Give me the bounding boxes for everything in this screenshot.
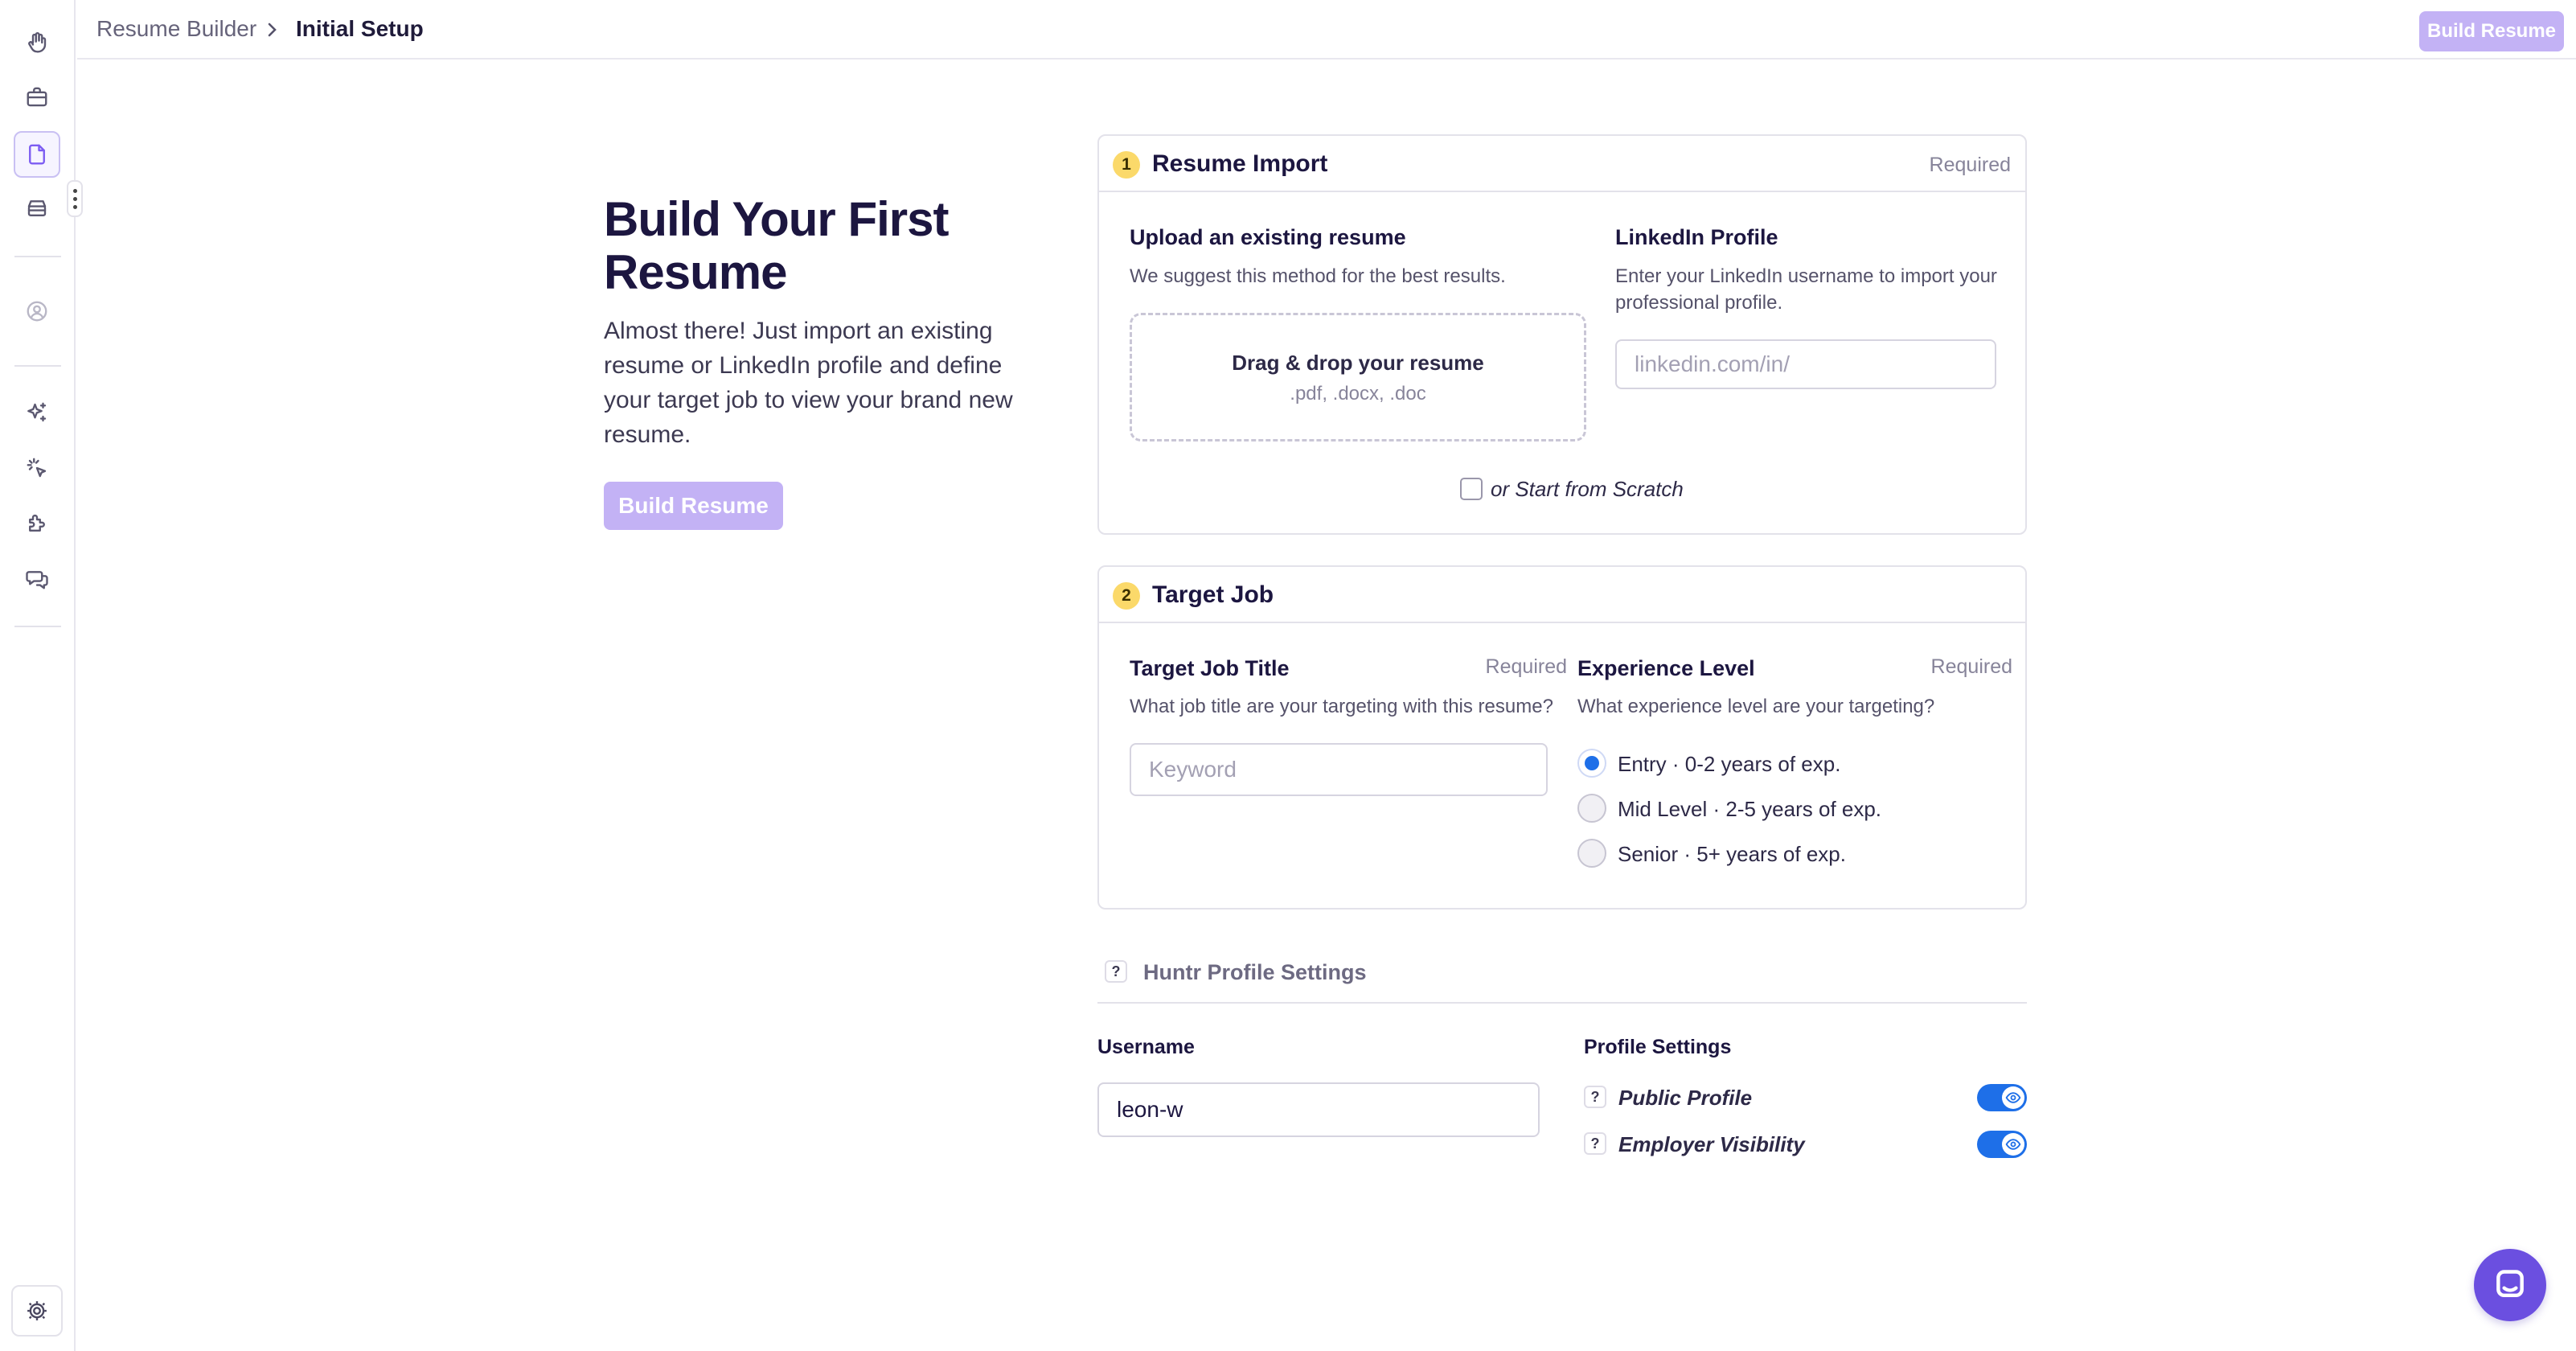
step-badge: 2 <box>1113 582 1140 610</box>
breadcrumb-current: Initial Setup <box>296 16 424 41</box>
intro-description: Almost there! Just import an existing re… <box>604 318 1013 448</box>
eye-icon <box>2005 1139 2021 1150</box>
archive-icon[interactable] <box>14 185 60 232</box>
briefcase-icon[interactable] <box>14 74 60 121</box>
settings-button[interactable] <box>11 1285 63 1337</box>
cursor-click-icon[interactable] <box>14 445 60 491</box>
chat-bubbles-icon[interactable] <box>14 556 60 602</box>
required-label: Required <box>1485 655 1567 678</box>
required-label: Required <box>1930 655 2012 678</box>
hand-icon[interactable] <box>14 19 60 66</box>
card-title: Resume Import <box>1152 150 1328 177</box>
target-job-card: 2 Target Job Target Job Title Required W… <box>1097 565 2027 910</box>
step-badge: 1 <box>1113 151 1140 179</box>
profile-settings-section-title: Huntr Profile Settings <box>1143 960 1367 984</box>
public-profile-toggle[interactable] <box>1977 1084 2027 1111</box>
employer-visibility-toggle[interactable] <box>1977 1131 2027 1158</box>
breadcrumb-root[interactable]: Resume Builder <box>96 16 256 42</box>
resume-import-header: 1 Resume Import Required <box>1099 136 2025 192</box>
sparkles-icon[interactable] <box>14 389 60 436</box>
build-resume-button-top[interactable]: Build Resume <box>2419 11 2564 51</box>
target-job-title-label: Target Job Title <box>1130 656 1290 680</box>
gear-icon <box>27 1301 47 1320</box>
start-from-scratch-label[interactable]: or Start from Scratch <box>1491 477 1684 502</box>
username-input[interactable] <box>1097 1082 1540 1137</box>
linkedin-input[interactable] <box>1615 339 1996 389</box>
target-job-title-input[interactable] <box>1130 743 1548 796</box>
dropzone-title: Drag & drop your resume <box>1232 351 1484 375</box>
resume-import-card: 1 Resume Import Required Upload an exist… <box>1097 134 2027 535</box>
experience-mid-radio[interactable] <box>1577 794 1606 823</box>
experience-level-label: Experience Level <box>1577 656 1755 680</box>
sidebar-divider <box>14 365 61 367</box>
start-from-scratch-checkbox[interactable] <box>1460 478 1483 500</box>
sidebar <box>0 0 83 1351</box>
username-label: Username <box>1097 1036 1195 1058</box>
experience-mid-label[interactable]: Mid Level · 2-5 years of exp. <box>1618 797 1881 822</box>
upload-label: Upload an existing resume <box>1130 225 1406 249</box>
sidebar-collapse-handle[interactable] <box>67 180 83 217</box>
employer-visibility-label: Employer Visibility <box>1618 1132 1805 1156</box>
page-title: Build Your First Resume <box>604 192 949 299</box>
experience-entry-radio[interactable] <box>1577 749 1606 778</box>
profile-settings-help-icon[interactable]: ? <box>1105 960 1127 983</box>
dropzone-file-types: .pdf, .docx, .doc <box>1290 383 1426 404</box>
linkedin-label: LinkedIn Profile <box>1615 225 1778 249</box>
experience-senior-radio[interactable] <box>1577 839 1606 868</box>
puzzle-icon[interactable] <box>14 500 60 547</box>
experience-senior-label[interactable]: Senior · 5+ years of exp. <box>1618 842 1846 867</box>
sidebar-divider <box>14 626 61 627</box>
chevron-right-icon <box>264 18 281 42</box>
section-divider <box>1097 1002 2027 1004</box>
experience-entry-label[interactable]: Entry · 0-2 years of exp. <box>1618 752 1840 777</box>
resume-dropzone[interactable]: Drag & drop your resume .pdf, .docx, .do… <box>1130 313 1586 441</box>
profile-settings-label: Profile Settings <box>1584 1036 1732 1058</box>
experience-level-help: What experience level are your targeting… <box>1577 696 1935 717</box>
sidebar-divider <box>14 256 61 257</box>
build-resume-button[interactable]: Build Resume <box>604 482 783 530</box>
chat-launcher-button[interactable] <box>2474 1249 2546 1321</box>
target-job-header: 2 Target Job <box>1099 567 2025 623</box>
required-label: Required <box>1929 154 2011 176</box>
upload-help: We suggest this method for the best resu… <box>1130 265 1506 287</box>
linkedin-help: Enter your LinkedIn username to import y… <box>1615 265 1997 314</box>
public-profile-label: Public Profile <box>1618 1086 1753 1110</box>
eye-icon <box>2005 1092 2021 1103</box>
card-title: Target Job <box>1152 581 1274 608</box>
chat-icon <box>2496 1270 2524 1298</box>
document-icon[interactable] <box>14 131 60 178</box>
user-circle-icon[interactable] <box>14 288 60 335</box>
target-job-title-help: What job title are your targeting with t… <box>1130 696 1553 717</box>
employer-visibility-help-icon[interactable]: ? <box>1584 1132 1606 1155</box>
top-bar: Resume Builder Initial Setup Build Resum… <box>77 0 2576 60</box>
public-profile-help-icon[interactable]: ? <box>1584 1086 1606 1108</box>
